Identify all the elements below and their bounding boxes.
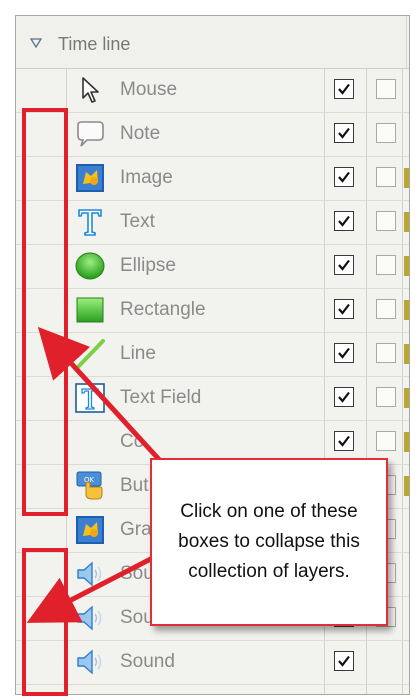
visibility-checkbox[interactable] — [334, 79, 354, 99]
collapse-box-highlight — [22, 548, 68, 696]
visibility-checkbox[interactable] — [334, 431, 354, 451]
layer-label: Text — [120, 211, 155, 232]
lock-checkbox[interactable] — [376, 123, 396, 143]
layer-label: Sou — [120, 563, 154, 584]
speaker-icon — [74, 646, 106, 678]
lock-checkbox[interactable] — [376, 167, 396, 187]
layer-row[interactable]: Rectangle — [16, 288, 409, 333]
layer-label: Co — [120, 431, 145, 452]
layer-label: Ellipse — [120, 255, 176, 276]
timeline-bar-marker — [404, 212, 409, 232]
callout-text: Click on one of these boxes to collapse … — [178, 501, 360, 582]
layer-label: Rectangle — [120, 299, 206, 320]
lock-checkbox[interactable] — [376, 211, 396, 231]
timeline-bar-marker — [404, 476, 409, 496]
ellipse-icon — [74, 250, 106, 282]
collapse-triangle-icon[interactable] — [30, 38, 42, 48]
visibility-checkbox[interactable] — [334, 387, 354, 407]
layer-label: Gra — [120, 519, 152, 540]
layer-label: Note — [120, 123, 161, 144]
text-icon — [74, 206, 106, 238]
timeline-bar-marker — [404, 300, 409, 320]
line-icon — [74, 338, 106, 370]
button-icon: OK — [74, 470, 106, 502]
timeline-title: Time line — [58, 34, 131, 54]
layer-row[interactable]: Line — [16, 332, 409, 377]
layer-label: Sound — [120, 651, 175, 672]
lock-checkbox[interactable] — [376, 431, 396, 451]
layer-label: Sou — [120, 607, 154, 628]
layer-label: But — [120, 475, 149, 496]
header-divider — [406, 16, 407, 68]
note-bubble-icon — [74, 118, 106, 150]
layer-label: Mouse — [120, 79, 178, 100]
image-icon — [74, 514, 106, 546]
layer-row[interactable]: Note — [16, 112, 409, 157]
visibility-checkbox[interactable] — [334, 255, 354, 275]
collapse-box[interactable] — [16, 68, 66, 112]
visibility-checkbox[interactable] — [334, 167, 354, 187]
layer-label: Line — [120, 343, 156, 364]
timeline-bar-marker — [404, 168, 409, 188]
layer-label: Image — [120, 167, 173, 188]
instruction-callout: Click on one of these boxes to collapse … — [150, 458, 388, 626]
speaker-icon — [74, 602, 106, 634]
image-icon — [74, 162, 106, 194]
timeline-header[interactable]: Time line — [16, 16, 409, 69]
layer-row[interactable]: Text — [16, 200, 409, 245]
lock-checkbox[interactable] — [376, 255, 396, 275]
lock-checkbox[interactable] — [376, 79, 396, 99]
timeline-bar-marker — [404, 344, 409, 364]
visibility-checkbox[interactable] — [334, 211, 354, 231]
speaker-icon — [74, 558, 106, 590]
visibility-checkbox[interactable] — [334, 343, 354, 363]
visibility-checkbox[interactable] — [334, 299, 354, 319]
layer-row[interactable]: Image — [16, 156, 409, 201]
text-field-icon — [74, 382, 106, 414]
timeline-bar-marker — [404, 256, 409, 276]
collapse-box-highlight — [22, 108, 68, 516]
lock-checkbox[interactable] — [376, 299, 396, 319]
timeline-bar-marker — [404, 388, 409, 408]
lock-checkbox[interactable] — [376, 387, 396, 407]
layer-label: Text Field — [120, 387, 202, 408]
mouse-cursor-icon — [74, 74, 106, 106]
lock-checkbox[interactable] — [376, 343, 396, 363]
rectangle-icon — [74, 294, 106, 326]
layer-row[interactable]: Sound — [16, 640, 409, 685]
visibility-checkbox[interactable] — [334, 651, 354, 671]
timeline-bar-marker — [404, 432, 409, 452]
layer-row[interactable]: Text Field — [16, 376, 409, 421]
layer-row[interactable]: Mouse — [16, 68, 409, 113]
layer-row[interactable]: Ellipse — [16, 244, 409, 289]
visibility-checkbox[interactable] — [334, 123, 354, 143]
